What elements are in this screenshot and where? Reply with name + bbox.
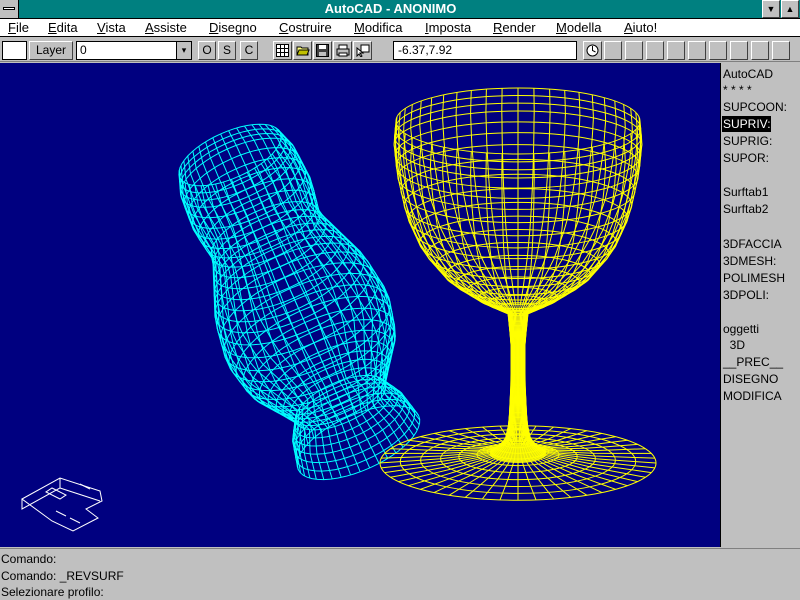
menu-costruire[interactable]: Costruire — [279, 20, 332, 36]
print-button[interactable] — [333, 41, 352, 60]
screen-side-menu: AutoCAD * * * * SUPCOON: SUPRIV: SUPRIG:… — [721, 63, 800, 547]
toolbar-slot-1[interactable] — [604, 41, 622, 60]
side-menu-item-suprig[interactable]: SUPRIG: — [722, 133, 772, 149]
menu-aiuto[interactable]: Aiuto! — [624, 20, 657, 36]
snap-toggle-button[interactable]: S — [218, 41, 236, 60]
drawing-viewport[interactable] — [0, 63, 721, 547]
menu-disegno[interactable]: Disegno — [209, 20, 257, 36]
side-menu-item-autocad[interactable]: AutoCAD — [722, 66, 773, 82]
menu-file[interactable]: File — [8, 20, 29, 36]
save-disk-icon — [316, 44, 329, 57]
maximize-button[interactable]: ▲ — [781, 0, 799, 18]
ucs-icon — [21, 477, 103, 532]
side-menu-item-stars[interactable]: * * * * — [722, 82, 752, 98]
print-icon — [336, 44, 349, 57]
side-menu-item-oggetti[interactable]: oggetti — [722, 321, 759, 337]
toolbar-slot-7[interactable] — [730, 41, 748, 60]
minimize-button[interactable]: ▼ — [762, 0, 780, 18]
toolbar-slot-8[interactable] — [751, 41, 769, 60]
grid-button[interactable] — [273, 41, 292, 60]
autocad-window: AutoCAD - ANONIMO ▼ ▲ File Edita Vista A… — [0, 0, 800, 600]
save-button[interactable] — [313, 41, 332, 60]
toolbar-slot-3[interactable] — [646, 41, 664, 60]
pointer-button[interactable] — [353, 41, 372, 60]
side-menu-item-supor[interactable]: SUPOR: — [722, 150, 769, 166]
toolbar-slot-6[interactable] — [709, 41, 727, 60]
current-color-swatch[interactable] — [2, 41, 27, 60]
side-menu-item-prec[interactable]: __PREC__ — [722, 354, 783, 370]
menu-assiste[interactable]: Assiste — [145, 20, 187, 36]
grid-icon — [276, 44, 289, 57]
menu-vista[interactable]: Vista — [97, 20, 126, 36]
window-title: AutoCAD - ANONIMO — [324, 1, 457, 16]
vase-revolved-surface[interactable] — [178, 123, 421, 481]
toolbar-slot-9[interactable] — [772, 41, 790, 60]
coords-toggle-button[interactable]: C — [240, 41, 258, 60]
menu-bar: File Edita Vista Assiste Disegno Costrui… — [0, 19, 800, 37]
side-menu-item-3dpoli[interactable]: 3DPOLI: — [722, 287, 769, 303]
side-menu-item-surftab2[interactable]: Surftab2 — [722, 201, 768, 217]
command-history-line: Comando: — [1, 552, 57, 566]
side-menu-item-supriv[interactable]: SUPRIV: — [722, 116, 771, 132]
side-menu-item-polimesh[interactable]: POLIMESH — [722, 270, 785, 286]
command-history-line: Comando: _REVSURF — [1, 569, 124, 583]
menu-render[interactable]: Render — [493, 20, 536, 36]
open-folder-icon — [295, 46, 310, 56]
layer-value: 0 — [80, 43, 87, 57]
dropdown-arrow-icon[interactable]: ▾ — [176, 42, 191, 59]
goblet-revolved-surface[interactable] — [379, 87, 657, 501]
side-menu-item-3dmesh[interactable]: 3DMESH: — [722, 253, 776, 269]
toolbar-slot-4[interactable] — [667, 41, 685, 60]
system-menu-button[interactable] — [0, 0, 19, 18]
menu-edita[interactable]: Edita — [48, 20, 78, 36]
open-button[interactable] — [293, 41, 312, 60]
layer-button[interactable]: Layer — [29, 41, 73, 60]
system-menu-icon — [3, 7, 15, 10]
command-line-area[interactable]: Comando: Comando: _REVSURF Selezionare p… — [0, 548, 800, 600]
side-menu-item-3d[interactable]: 3D — [722, 337, 745, 353]
side-menu-item-surftab1[interactable]: Surftab1 — [722, 184, 768, 200]
menu-modifica[interactable]: Modifica — [354, 20, 402, 36]
toolbar: Layer 0 ▾ O S C -6.37,7.92 — [0, 38, 800, 62]
menu-imposta[interactable]: Imposta — [425, 20, 471, 36]
drawing-canvas[interactable] — [0, 63, 721, 547]
toolbar-slot-5[interactable] — [688, 41, 706, 60]
menu-modella[interactable]: Modella — [556, 20, 602, 36]
side-menu-item-disegno[interactable]: DISEGNO — [722, 371, 778, 387]
toolbar-slot-2[interactable] — [625, 41, 643, 60]
aerial-view-icon — [586, 44, 599, 57]
side-menu-item-modifica[interactable]: MODIFICA — [722, 388, 782, 404]
aerial-view-button[interactable] — [583, 41, 602, 60]
coordinate-display: -6.37,7.92 — [393, 41, 577, 60]
side-menu-item-3dfaccia[interactable]: 3DFACCIA — [722, 236, 782, 252]
layer-dropdown[interactable]: 0 ▾ — [76, 41, 192, 60]
ortho-toggle-button[interactable]: O — [198, 41, 216, 60]
title-bar[interactable]: AutoCAD - ANONIMO ▼ ▲ — [0, 0, 800, 19]
command-prompt-line[interactable]: Selezionare profilo: — [1, 584, 104, 600]
side-menu-item-supcoon[interactable]: SUPCOON: — [722, 99, 787, 115]
pointer-icon — [356, 44, 369, 57]
